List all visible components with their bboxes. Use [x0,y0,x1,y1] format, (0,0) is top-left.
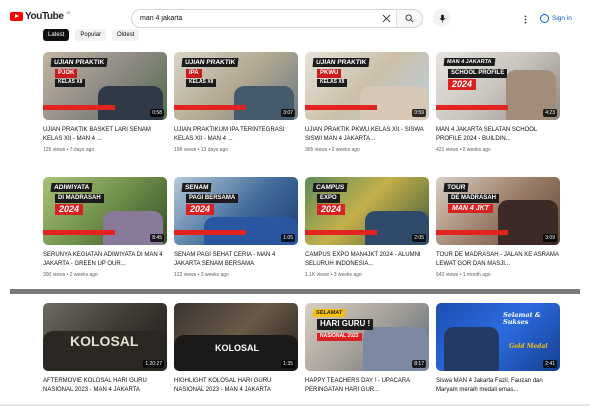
thumb-title-text: TOUR [443,183,469,193]
thumb-tag-text: NASIONAL 2023 [317,333,362,341]
thumb-subtitle-text: HARI GURU ! [317,319,374,330]
video-thumbnail[interactable]: Selamat & Sukses Gold Medal 2:41 [436,303,560,371]
video-duration: 3:09 [543,234,557,242]
chip-latest[interactable]: Latest [43,29,70,41]
sign-in-button[interactable]: Sign in [540,10,572,26]
settings-menu-button[interactable] [520,12,530,26]
thumb-subtitle-text: SCHOOL PROFILE [448,69,508,78]
video-thumbnail[interactable]: TOUR DE MADRASAH MAN 4 JKT 3:09 [436,177,560,245]
video-meta: 421 views • 2 weeks ago [436,147,491,153]
video-title[interactable]: MAN 4 JAKARTA SELATAN SCHOOL PROFILE 202… [436,126,560,144]
youtube-logo[interactable]: YouTube ID [10,10,71,22]
video-title[interactable]: SENAM PAGI SEHAT CERIA - MAN 4 JAKARTA S… [174,251,298,269]
video-title[interactable]: CAMPUS EXPO MAN4JKT 2024 - ALUMNI SELURU… [305,251,429,269]
video-thumbnail[interactable]: KOLOSAL 1:20:27 [43,303,167,371]
video-duration: 4:23 [543,109,557,117]
thumb-tag-text: 2024 [55,204,84,216]
microphone-icon [439,14,445,22]
thumb-title-text: UJIAN PRAKTIK [181,58,239,68]
video-meta: 643 views • 1 month ago [436,272,491,278]
thumb-title-text: UJIAN PRAKTIK [312,58,370,68]
video-title[interactable]: Siswa MAN 4 Jakarta Fazil, Fauzan dan Ma… [436,377,560,395]
video-thumbnail[interactable]: UJIAN PRAKTIK IPA KELAS XII 3:07 [174,52,298,120]
thumb-title-text: MAN 4 JAKARTA [443,58,495,67]
thumb-tag-text: 2024 [448,79,477,91]
youtube-play-icon [10,12,23,21]
account-icon [540,13,549,23]
video-title[interactable]: AFTERMOVIE KOLOSAL HARI GURU NASIONAL 20… [43,377,167,395]
video-thumbnail[interactable]: KOLOSAL 1:35 [174,303,298,371]
video-title[interactable]: HIGHLIGHT KOLOSAL HARI GURU NASIONAL 202… [174,377,298,395]
section-divider [10,289,580,294]
search-input[interactable] [132,10,376,27]
thumb-tag-text: MAN 4 JKT [448,204,493,214]
video-duration: 2:41 [543,360,557,368]
thumb-tag-text: KELAS XII [55,79,86,87]
logo-region: ID [66,10,71,15]
video-duration: 8:17 [412,360,426,368]
video-thumbnail[interactable]: UJIAN PRAKTIK PJOK KELAS XII 0:58 [43,52,167,120]
video-title[interactable]: HAPPY TEACHERS DAY ! - UPACARA PERINGATA… [305,377,429,395]
thumb-subtitle-text: IPA [186,69,202,78]
video-duration: 1:35 [281,360,295,368]
thumb-tag-text: 2024 [186,204,215,216]
video-meta: 1.1K views • 3 weeks ago [305,272,362,278]
voice-search-button[interactable] [433,9,451,27]
thumb-tag-text: KELAS XII [317,79,348,87]
video-duration: 2:05 [412,234,426,242]
search-button[interactable] [396,10,422,27]
video-thumbnail[interactable]: SENAM PAGI BERSAMA 2024 1:05 [174,177,298,245]
video-meta: 122 views • 3 weeks ago [174,272,229,278]
thumb-title-text: UJIAN PRAKTIK [50,58,108,68]
video-title[interactable]: SERUNYA KEGIATAN ADIWIYATA DI MAN 4 JAKA… [43,251,167,269]
video-duration: 8:45 [150,234,164,242]
sort-chips: Latest Popular Oldest [43,29,140,41]
video-meta: 300 views • 2 weeks ago [43,272,98,278]
video-thumbnail[interactable]: MAN 4 JAKARTA SCHOOL PROFILE 2024 4:23 [436,52,560,120]
video-thumbnail[interactable]: ADIWIYATA DI MADRASAH 2024 8:45 [43,177,167,245]
video-duration: 1:20:27 [143,360,164,368]
thumb-tag-text: Gold Medal [509,343,548,350]
logo-text: YouTube [25,11,64,22]
video-title[interactable]: UJIAN PRAKTIK BASKET LARI SENAM KELAS XI… [43,126,167,144]
video-duration: 0:58 [150,109,164,117]
chip-oldest[interactable]: Oldest [112,29,140,41]
thumb-title-text: ADIWIYATA [50,183,93,193]
thumb-tag-text: KELAS XII [186,79,217,87]
video-thumbnail[interactable]: CAMPUS EXPO 2024 2:05 [305,177,429,245]
thumb-title-text: KOLOSAL [215,343,259,353]
search-icon [405,14,414,23]
more-vert-icon [524,14,526,24]
thumb-subtitle-text: DE MADRASAH [448,194,499,203]
close-icon [382,14,390,23]
thumb-title-text: SENAM [181,183,212,193]
thumb-subtitle-text: DI MADRASAH [55,194,104,203]
thumb-title-text: SELAMAT [312,309,346,318]
thumb-subtitle-text: EXPO [317,194,340,203]
video-thumbnail[interactable]: UJIAN PRAKTIK PKWU KELAS XII 0:59 [305,52,429,120]
thumb-subtitle-text: PJOK [55,69,78,78]
thumb-subtitle-text: PKWU [317,69,342,78]
sign-in-label: Sign in [552,14,572,22]
video-duration: 3:07 [281,109,295,117]
thumb-title-text: KOLOSAL [70,333,139,349]
thumb-subtitle-text: PAGI BERSAMA [186,194,239,203]
thumb-tag-text: 2024 [317,204,346,216]
video-duration: 0:59 [412,109,426,117]
search-box [131,9,423,28]
chip-popular[interactable]: Popular [75,29,107,41]
thumb-title-text: Selamat & Sukses [503,311,541,327]
video-thumbnail[interactable]: SELAMAT HARI GURU ! NASIONAL 2023 8:17 [305,303,429,371]
video-meta: 365 views • 2 weeks ago [305,147,360,153]
video-meta: 198 views • 13 days ago [174,147,229,153]
video-duration: 1:05 [281,234,295,242]
clear-search-button[interactable] [376,10,396,27]
video-title[interactable]: TOUR DE MADRASAH - JALAN KE ASRAMA LEWAT… [436,251,560,269]
video-meta: 125 views • 7 days ago [43,147,95,153]
thumb-title-text: CAMPUS [312,183,348,193]
video-title[interactable]: UJIAN PRAKTIKUM IPA TERINTEGRASI KELAS X… [174,126,298,144]
video-title[interactable]: UJIAN PRAKTIK PKWU KELAS XII - SISWA SIS… [305,126,429,144]
